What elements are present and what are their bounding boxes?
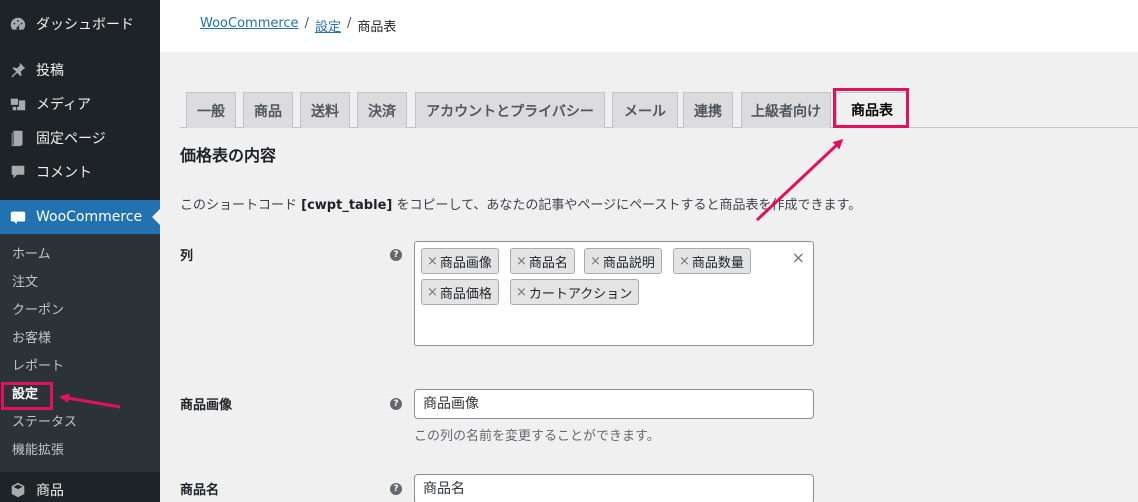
- menu-posts[interactable]: 投稿: [0, 53, 160, 87]
- remove-icon[interactable]: ×: [679, 254, 690, 269]
- tab-products[interactable]: 商品: [243, 92, 293, 128]
- chip-label: カートアクション: [528, 286, 633, 302]
- menu-label: ダッシュボード: [36, 17, 134, 33]
- pin-icon: [0, 61, 36, 79]
- column-chip[interactable]: × 商品数量: [673, 248, 751, 274]
- tab-accounts-privacy[interactable]: アカウントとプライバシー: [415, 92, 605, 128]
- settings-tabs: 一般 商品 送料 決済 アカウントとプライバシー メール 連携 上級者向け 商品…: [160, 90, 1138, 128]
- tab-payments[interactable]: 決済: [357, 92, 407, 128]
- submenu-orders[interactable]: 注文: [12, 273, 38, 293]
- submenu-status[interactable]: ステータス: [12, 413, 77, 433]
- submenu-customers[interactable]: お客様: [12, 329, 51, 349]
- menu-products[interactable]: 商品: [0, 473, 160, 502]
- submenu-coupons[interactable]: クーポン: [12, 301, 64, 321]
- menu-woocommerce[interactable]: WooCommerce: [0, 200, 160, 234]
- submenu-reports[interactable]: レポート: [12, 357, 64, 377]
- chip-label: 商品説明: [602, 255, 655, 271]
- menu-label: メディア: [36, 97, 92, 113]
- box-icon: [0, 481, 36, 499]
- menu-label: 商品: [36, 483, 64, 499]
- highlight-product-table-tab: [833, 88, 909, 128]
- shortcode: [cwpt_table]: [301, 198, 393, 213]
- chip-label: 商品名: [528, 255, 568, 271]
- remove-icon[interactable]: ×: [590, 254, 601, 269]
- menu-pages[interactable]: 固定ページ: [0, 121, 160, 155]
- columns-label: 列: [180, 249, 194, 264]
- breadcrumb: WooCommerce / 設定 / 商品表: [200, 16, 396, 35]
- intro-text: このショートコード [cwpt_table] をコピーして、あなたの記事やページ…: [180, 194, 861, 213]
- chip-label: 商品価格: [439, 286, 492, 302]
- field-image-label: 商品画像: [180, 398, 233, 413]
- help-icon[interactable]: ?: [390, 483, 402, 495]
- tab-emails[interactable]: メール: [612, 92, 678, 128]
- remove-icon[interactable]: ×: [516, 285, 527, 300]
- help-icon[interactable]: ?: [390, 249, 402, 261]
- column-chip[interactable]: × 商品画像: [421, 248, 499, 274]
- breadcrumb-current: 商品表: [357, 20, 397, 35]
- breadcrumb-separator: /: [346, 16, 352, 31]
- section-title: 価格表の内容: [180, 146, 277, 165]
- field-image-description: この列の名前を変更することができます。: [414, 429, 660, 444]
- woo-icon: [0, 208, 36, 226]
- submenu-home[interactable]: ホーム: [12, 245, 51, 265]
- tab-advanced[interactable]: 上級者向け: [741, 92, 831, 128]
- intro-before: このショートコード: [180, 198, 302, 213]
- field-name-label: 商品名: [180, 483, 220, 498]
- menu-comments[interactable]: コメント: [0, 155, 160, 189]
- menu-label: 投稿: [36, 63, 64, 79]
- tab-integration[interactable]: 連携: [683, 92, 733, 128]
- breadcrumb-bar: WooCommerce / 設定 / 商品表: [160, 0, 1138, 52]
- submenu-extensions[interactable]: 機能拡張: [12, 441, 64, 461]
- breadcrumb-separator: /: [304, 16, 309, 31]
- dashboard-icon: [0, 15, 36, 33]
- intro-after: をコピーして、あなたの記事やページにペーストすると商品表を作成できます。: [392, 198, 862, 213]
- highlight-settings-submenu: [1, 382, 53, 410]
- menu-label: WooCommerce: [36, 209, 143, 225]
- menu-dashboard[interactable]: ダッシュボード: [0, 7, 160, 41]
- column-name-input[interactable]: 商品名: [414, 474, 814, 502]
- menu-label: コメント: [36, 165, 92, 181]
- column-chip[interactable]: × 商品名: [510, 248, 575, 274]
- tab-general[interactable]: 一般: [186, 92, 236, 128]
- admin-sidebar: ダッシュボード 投稿 メディア 固定ページ コメント WooCommerce ホ…: [0, 0, 160, 502]
- tab-shipping[interactable]: 送料: [300, 92, 350, 128]
- page-icon: [0, 129, 36, 147]
- column-chip[interactable]: × 商品説明: [584, 248, 662, 274]
- remove-icon[interactable]: ×: [516, 254, 527, 269]
- columns-multiselect[interactable]: × 商品画像 × 商品名 × 商品説明 × 商品数量 × 商品価格 × カートアクション ×: [414, 241, 814, 346]
- remove-icon[interactable]: ×: [427, 285, 438, 300]
- remove-icon[interactable]: ×: [427, 254, 438, 269]
- chip-label: 商品数量: [691, 255, 744, 271]
- clear-all-icon[interactable]: ×: [792, 248, 805, 267]
- breadcrumb-woocommerce-link[interactable]: WooCommerce: [200, 16, 299, 35]
- breadcrumb-settings-link[interactable]: 設定: [315, 16, 341, 35]
- column-image-name-input[interactable]: 商品画像: [414, 389, 814, 419]
- comment-icon: [0, 163, 36, 181]
- help-icon[interactable]: ?: [390, 398, 402, 410]
- menu-media[interactable]: メディア: [0, 87, 160, 121]
- media-icon: [0, 95, 36, 113]
- column-chip[interactable]: × 商品価格: [421, 279, 499, 305]
- chip-label: 商品画像: [439, 255, 492, 271]
- column-chip[interactable]: × カートアクション: [510, 279, 640, 305]
- woocommerce-submenu: ホーム 注文 クーポン お客様 レポート 設定 ステータス 機能拡張: [0, 234, 160, 472]
- menu-label: 固定ページ: [36, 131, 106, 147]
- settings-main: 価格表の内容 このショートコード [cwpt_table] をコピーして、あなた…: [180, 128, 1138, 502]
